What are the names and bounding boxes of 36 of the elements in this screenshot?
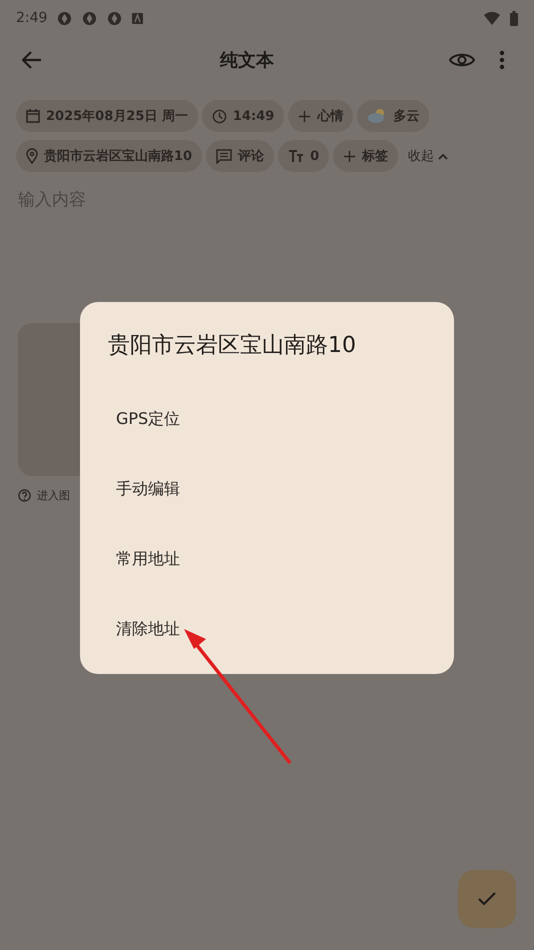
help-icon: [18, 489, 31, 502]
info-chip[interactable]: 评论: [206, 140, 274, 172]
clock-icon: [212, 108, 227, 124]
battery-icon: [510, 10, 518, 26]
dialog-title: 贵阳市云岩区宝山南路10: [107, 332, 357, 360]
caret-up-icon: [438, 152, 448, 160]
plus-icon: [298, 110, 312, 122]
more-icon: [499, 50, 505, 70]
page-title: 纯文本: [218, 49, 275, 72]
gallery-hint: 进入图: [37, 488, 70, 503]
dialog-option[interactable]: 常用地址: [80, 524, 454, 594]
status-time: 2:49: [16, 10, 48, 26]
location-pin-icon: [26, 148, 38, 164]
info-chip[interactable]: 贵阳市云岩区宝山南路10: [16, 140, 202, 172]
back-arrow-icon: [22, 51, 42, 69]
info-chip[interactable]: 2025年08月25日 周一: [16, 100, 198, 132]
dialog-option[interactable]: 清除地址: [80, 594, 454, 664]
aperture-icon: [57, 10, 72, 26]
wifi-icon: [484, 12, 500, 24]
plus-icon: [343, 150, 356, 162]
comment-icon: [216, 148, 232, 164]
dialog-option[interactable]: GPS定位: [80, 384, 454, 454]
info-chip[interactable]: 0: [278, 140, 330, 172]
collapse-button[interactable]: 收起: [402, 147, 454, 165]
info-chip[interactable]: 标签: [333, 140, 398, 172]
info-chip[interactable]: 14:49: [202, 100, 284, 132]
eye-icon: [449, 51, 475, 69]
check-icon: [478, 892, 496, 906]
text-size-icon: [288, 150, 304, 162]
aperture-icon: [107, 10, 122, 26]
dialog-option[interactable]: 手动编辑: [80, 454, 454, 524]
info-chip[interactable]: 多云: [357, 100, 430, 132]
aperture-icon: [82, 10, 98, 26]
info-chip[interactable]: 心情: [288, 100, 354, 132]
keyboard-icon: [132, 12, 144, 24]
calendar-icon: [26, 109, 40, 123]
